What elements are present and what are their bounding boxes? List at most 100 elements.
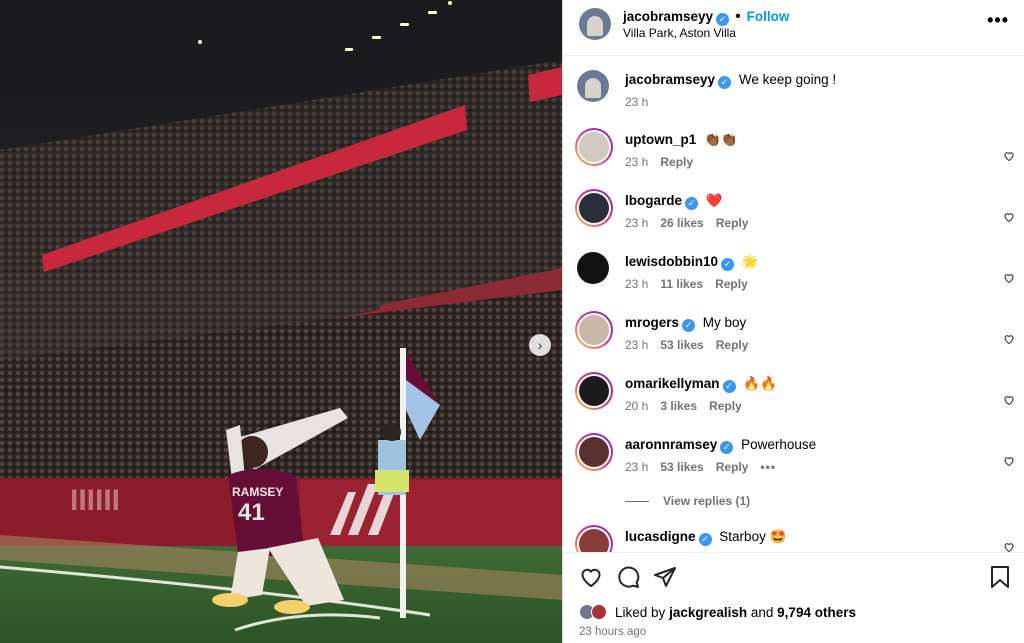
share-send-icon[interactable]: [653, 565, 677, 589]
stadium-photo: IIIIII RAMSEY 41: [0, 0, 562, 643]
commenter-username[interactable]: uptown_p1: [625, 132, 696, 147]
comment-row: aaronnramsey ✓ Powerhouse 23 h 53 likes Rep…: [563, 431, 1024, 483]
comment-text: Powerhouse: [741, 437, 817, 452]
liked-by-summary[interactable]: Liked by jackgrealish and 9,794 others: [615, 605, 856, 620]
verified-badge-icon: ✓: [698, 533, 712, 546]
verified-badge-icon: ✓: [722, 380, 736, 393]
shirt-number: 41: [238, 499, 265, 526]
shirt-name: RAMSEY: [232, 485, 283, 499]
commenter-avatar: [579, 437, 609, 467]
like-comment-heart-icon[interactable]: [1003, 272, 1015, 284]
comment-row: omarikellyman ✓ 🔥🔥 20 h 3 likes Reply: [563, 370, 1024, 422]
liked-and: and: [750, 605, 774, 620]
comment-time: 23 h: [625, 277, 649, 291]
commenter-username[interactable]: aaronnramsey: [625, 437, 717, 452]
verified-badge-icon: ✓: [685, 197, 699, 210]
verified-badge-icon: ✓: [721, 258, 735, 271]
story-ring[interactable]: [575, 128, 613, 166]
comment-text: 👏🏾👏🏾: [704, 132, 738, 147]
comment-row: lucasdigne ✓ Starboy 🤩: [563, 523, 1024, 552]
post-time-ago[interactable]: 23 hours ago: [579, 626, 646, 638]
comment-bubble-icon[interactable]: [616, 565, 640, 589]
story-ring[interactable]: [575, 311, 613, 349]
commenter-avatar: [579, 376, 609, 406]
story-ring[interactable]: [575, 372, 613, 410]
commenter-username[interactable]: mrogers: [625, 315, 679, 330]
commenter-username[interactable]: lewisdobbin10: [625, 254, 718, 269]
comment-likes[interactable]: 53 likes: [660, 338, 703, 352]
commenter-avatar: [579, 193, 609, 223]
author-avatar[interactable]: [579, 8, 611, 40]
caption-text: We keep going !: [738, 72, 837, 87]
caption-avatar[interactable]: [577, 70, 609, 102]
verified-badge-icon: ✓: [718, 76, 732, 89]
story-ring[interactable]: [575, 189, 613, 227]
comment-time: 23 h: [625, 216, 649, 230]
author-username[interactable]: jacobramseyy: [623, 9, 713, 24]
comment-likes[interactable]: 3 likes: [660, 399, 697, 413]
reply-button[interactable]: Reply: [716, 216, 749, 230]
like-comment-heart-icon[interactable]: [1003, 150, 1015, 162]
like-comment-heart-icon[interactable]: [1003, 333, 1015, 345]
like-comment-heart-icon[interactable]: [1003, 394, 1015, 406]
comments-list[interactable]: jacobramseyy ✓ We keep going ! 23 h uptow…: [563, 56, 1024, 552]
comment-time: 23 h: [625, 338, 649, 352]
comment-text: 🔥🔥: [743, 376, 777, 391]
view-replies-label: View replies (1): [663, 494, 751, 508]
post-actions-bar: Liked by jackgrealish and 9,794 others 2…: [563, 552, 1024, 643]
reply-button[interactable]: Reply: [709, 399, 742, 413]
commenter-username[interactable]: omarikellyman: [625, 376, 720, 391]
comment-likes[interactable]: 53 likes: [660, 460, 703, 474]
dot-separator: •: [735, 8, 741, 25]
story-ring[interactable]: [575, 525, 613, 552]
commenter-username[interactable]: lucasdigne: [625, 529, 696, 544]
verified-badge-icon: ✓: [716, 13, 730, 26]
comment-text: My boy: [702, 315, 747, 330]
more-options-icon[interactable]: •••: [987, 10, 1009, 31]
reply-button[interactable]: Reply: [660, 155, 693, 169]
caption-username[interactable]: jacobramseyy: [625, 72, 715, 87]
reply-button[interactable]: Reply: [716, 338, 749, 352]
commenter-avatar: [579, 529, 609, 552]
like-heart-icon[interactable]: [579, 565, 603, 589]
liked-prefix: Liked by: [615, 605, 666, 620]
replies-divider: [625, 501, 649, 503]
post-photo[interactable]: IIIIII RAMSEY 41 ›: [0, 0, 562, 643]
comment-row: lewisdobbin10 ✓ 🌟 23 h 11 likes Reply: [563, 248, 1024, 300]
comment-time: 23 h: [625, 460, 649, 474]
save-bookmark-icon[interactable]: [989, 565, 1011, 589]
reply-button[interactable]: Reply: [715, 277, 748, 291]
liked-user[interactable]: jackgrealish: [669, 605, 747, 620]
comment-likes[interactable]: 26 likes: [660, 216, 703, 230]
next-photo-button[interactable]: ›: [529, 334, 551, 356]
commenter-username[interactable]: lbogarde: [625, 193, 682, 208]
follow-button[interactable]: Follow: [747, 9, 790, 24]
comment-row: lbogarde ✓ ❤️ 23 h 26 likes Reply: [563, 187, 1024, 239]
liked-count[interactable]: 9,794 others: [777, 605, 856, 620]
comment-time: 20 h: [625, 399, 649, 413]
view-replies-button[interactable]: View replies (1): [625, 494, 750, 508]
comment-text: 🌟: [741, 254, 759, 269]
post-location[interactable]: Villa Park, Aston Villa: [623, 26, 736, 40]
caption-row: jacobramseyy ✓ We keep going ! 23 h: [563, 66, 1024, 118]
svg-text:IIIIII: IIIIII: [70, 484, 120, 517]
like-comment-heart-icon[interactable]: [1003, 541, 1015, 552]
like-comment-heart-icon[interactable]: [1003, 455, 1015, 467]
comment-text: ❤️: [705, 193, 723, 208]
post-header: jacobramseyy ✓ • Follow Villa Park, Aston V…: [563, 0, 1024, 56]
comment-options-icon[interactable]: •••: [760, 460, 776, 474]
liker-avatar: [591, 604, 607, 620]
commenter-avatar: [579, 315, 609, 345]
comment-row: uptown_p1 👏🏾👏🏾 23 h Reply: [563, 126, 1024, 178]
story-ring[interactable]: [575, 433, 613, 471]
like-comment-heart-icon[interactable]: [1003, 211, 1015, 223]
post-side-panel: jacobramseyy ✓ • Follow Villa Park, Aston V…: [562, 0, 1024, 643]
commenter-avatar[interactable]: [577, 252, 609, 284]
reply-button[interactable]: Reply: [716, 460, 749, 474]
commenter-avatar: [579, 132, 609, 162]
comment-row: mrogers ✓ My boy 23 h 53 likes Reply: [563, 309, 1024, 361]
comment-likes[interactable]: 11 likes: [660, 277, 703, 291]
comment-text: Starboy 🤩: [719, 529, 787, 544]
caption-time: 23 h: [625, 95, 649, 109]
verified-badge-icon: ✓: [720, 441, 734, 454]
